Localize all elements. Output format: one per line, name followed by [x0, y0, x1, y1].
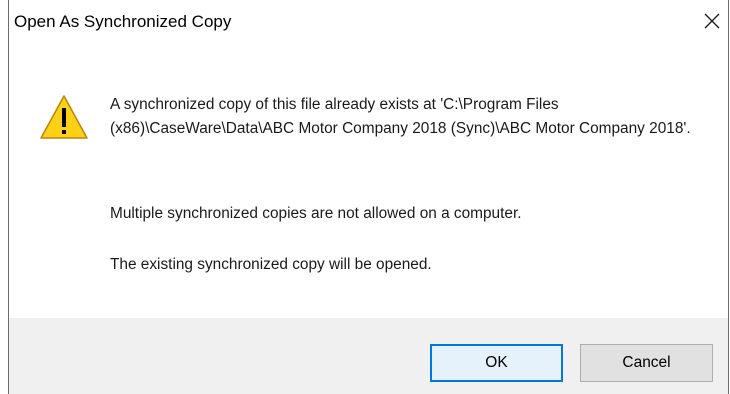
dialog-button-bar: OK Cancel [9, 318, 728, 394]
close-button[interactable] [697, 4, 727, 36]
dialog-title: Open As Synchronized Copy [14, 12, 232, 31]
message-will-open: The existing synchronized copy will be o… [110, 256, 432, 273]
dialog-titlebar: Open As Synchronized Copy [9, 0, 728, 48]
dialog-right-border [728, 0, 729, 394]
close-icon [704, 13, 720, 29]
ok-button[interactable]: OK [430, 344, 563, 382]
message-existing-location: A synchronized copy of this file already… [110, 96, 691, 137]
warning-triangle-icon [40, 95, 88, 139]
synchronized-copy-dialog: Open As Synchronized Copy A synchronized… [0, 0, 730, 394]
message-not-allowed: Multiple synchronized copies are not all… [110, 205, 522, 222]
cancel-button[interactable]: Cancel [580, 344, 713, 382]
dialog-content: A synchronized copy of this file already… [9, 48, 728, 318]
